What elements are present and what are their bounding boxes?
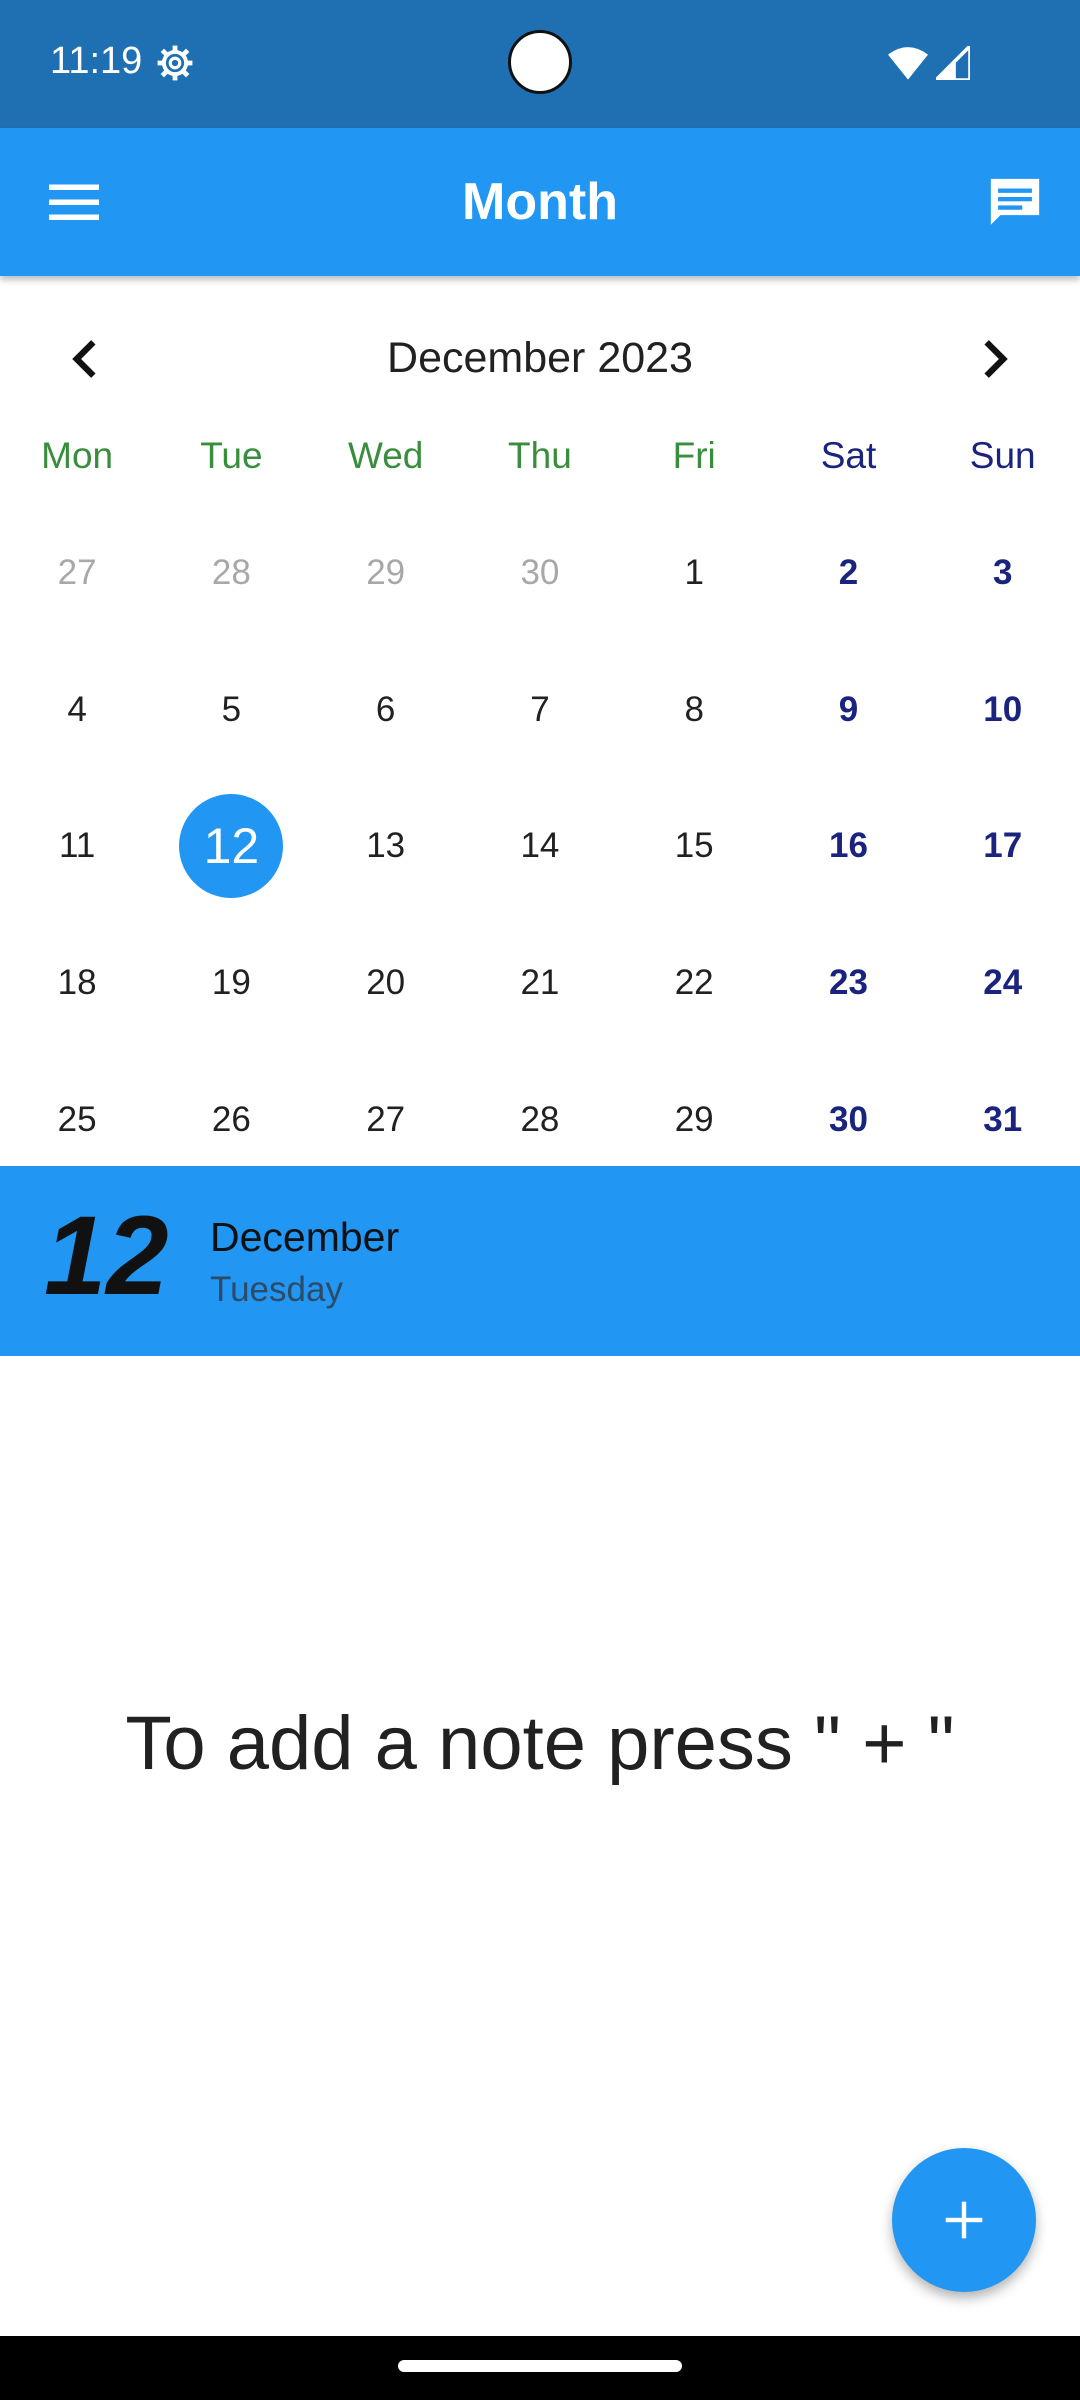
- settings-gear-icon: [157, 45, 193, 81]
- calendar-day[interactable]: 28: [154, 505, 308, 642]
- weekday-label: Fri: [672, 435, 716, 476]
- calendar-day[interactable]: 7: [463, 642, 617, 779]
- calendar-day[interactable]: 8: [617, 642, 771, 779]
- status-bar: 11:19: [0, 0, 1080, 128]
- calendar-day[interactable]: 30: [463, 505, 617, 642]
- calendar-day[interactable]: 24: [926, 915, 1080, 1052]
- add-note-button[interactable]: [892, 2148, 1036, 2292]
- weekday-label: Wed: [347, 435, 424, 476]
- system-navigation-bar: [0, 2336, 1080, 2400]
- calendar-day[interactable]: 5: [154, 642, 308, 779]
- calendar-day[interactable]: 4: [0, 642, 154, 779]
- weekday-label: Thu: [508, 435, 572, 476]
- calendar-day[interactable]: 3: [926, 505, 1080, 642]
- calendar-day[interactable]: 6: [309, 642, 463, 779]
- calendar-day[interactable]: 22: [617, 915, 771, 1052]
- calendar-day[interactable]: 9: [771, 642, 925, 779]
- selected-date-day: 12: [44, 1193, 169, 1318]
- selected-calendar-day[interactable]: 12: [154, 778, 308, 915]
- calendar-week: 18 19 20 21 22 23 24: [0, 915, 1080, 1052]
- app-bar: Month: [0, 128, 1080, 276]
- home-gesture-handle[interactable]: [398, 2360, 682, 2372]
- month-navigation: December 2023: [0, 320, 1080, 400]
- calendar-grid: 27 28 29 30 1 2 3 4 5 6 7 8 9 10 11 12 1…: [0, 505, 1080, 1188]
- calendar-day[interactable]: 10: [926, 642, 1080, 779]
- chevron-right-icon[interactable]: [970, 334, 1020, 384]
- selected-date-weekday: Tuesday: [210, 1270, 343, 1309]
- calendar-day[interactable]: 14: [463, 778, 617, 915]
- calendar-day[interactable]: 23: [771, 915, 925, 1052]
- wifi-icon: [888, 47, 928, 80]
- calendar-day[interactable]: 21: [463, 915, 617, 1052]
- calendar-day[interactable]: 11: [0, 778, 154, 915]
- front-camera-cutout: [508, 30, 572, 94]
- calendar-week: 27 28 29 30 1 2 3: [0, 505, 1080, 642]
- calendar-day[interactable]: 2: [771, 505, 925, 642]
- selected-day-label: 12: [179, 794, 284, 899]
- weekday-label: Sat: [820, 435, 877, 476]
- calendar-day[interactable]: 16: [771, 778, 925, 915]
- cellular-signal-icon: [936, 46, 970, 80]
- selected-date-month: December: [210, 1214, 400, 1260]
- plus-icon: [945, 2201, 983, 2239]
- calendar-day[interactable]: 19: [154, 915, 308, 1052]
- calendar-day[interactable]: 20: [309, 915, 463, 1052]
- calendar-day[interactable]: 29: [309, 505, 463, 642]
- calendar-week: 11 12 13 14 15 16 17: [0, 778, 1080, 915]
- calendar-day[interactable]: 18: [0, 915, 154, 1052]
- chat-message-icon[interactable]: [986, 174, 1044, 232]
- calendar-day[interactable]: 17: [926, 778, 1080, 915]
- calendar-day[interactable]: 1: [617, 505, 771, 642]
- weekday-label: Sun: [969, 435, 1036, 476]
- selected-date-banner: 12 December Tuesday: [0, 1166, 1080, 1356]
- calendar-day[interactable]: 15: [617, 778, 771, 915]
- status-time: 11:19: [50, 40, 143, 82]
- weekday-header-row: Mon Tue Wed Thu Fri Sat Sun: [0, 435, 1080, 495]
- month-label: December 2023: [387, 334, 693, 382]
- calendar-day[interactable]: 13: [309, 778, 463, 915]
- empty-notes-message: To add a note press " + ": [125, 1701, 955, 1786]
- page-title: Month: [462, 173, 618, 231]
- weekday-label: Tue: [200, 435, 263, 476]
- calendar-day[interactable]: 27: [0, 505, 154, 642]
- weekday-label: Mon: [41, 435, 114, 476]
- calendar-week: 4 5 6 7 8 9 10: [0, 642, 1080, 779]
